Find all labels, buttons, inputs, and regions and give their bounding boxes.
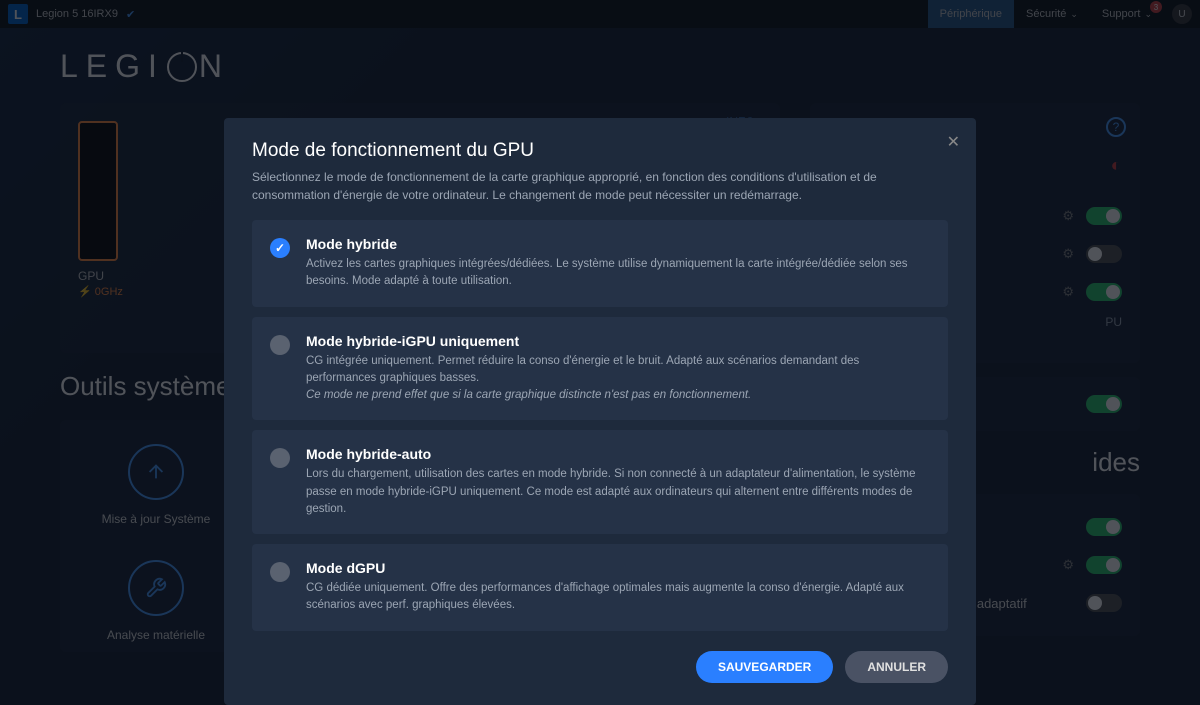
modal-title: Mode de fonctionnement du GPU <box>252 140 948 162</box>
modal-backdrop[interactable]: ✕ Mode de fonctionnement du GPU Sélectio… <box>0 0 1200 705</box>
modal-subtitle: Sélectionnez le mode de fonctionnement d… <box>252 168 948 204</box>
radio-icon <box>270 562 290 582</box>
close-icon[interactable]: ✕ <box>947 132 960 152</box>
option-dgpu[interactable]: Mode dGPU CG dédiée uniquement. Offre de… <box>252 544 948 631</box>
option-hybrid[interactable]: Mode hybride Activez les cartes graphiqu… <box>252 220 948 307</box>
option-hybrid-auto[interactable]: Mode hybride-auto Lors du chargement, ut… <box>252 430 948 534</box>
radio-icon <box>270 448 290 468</box>
radio-checked-icon <box>270 238 290 258</box>
gpu-mode-modal: ✕ Mode de fonctionnement du GPU Sélectio… <box>224 118 976 705</box>
radio-icon <box>270 335 290 355</box>
save-button[interactable]: SAUVEGARDER <box>696 651 833 683</box>
cancel-button[interactable]: ANNULER <box>845 651 948 683</box>
option-igpu-only[interactable]: Mode hybride-iGPU uniquement CG intégrée… <box>252 317 948 421</box>
